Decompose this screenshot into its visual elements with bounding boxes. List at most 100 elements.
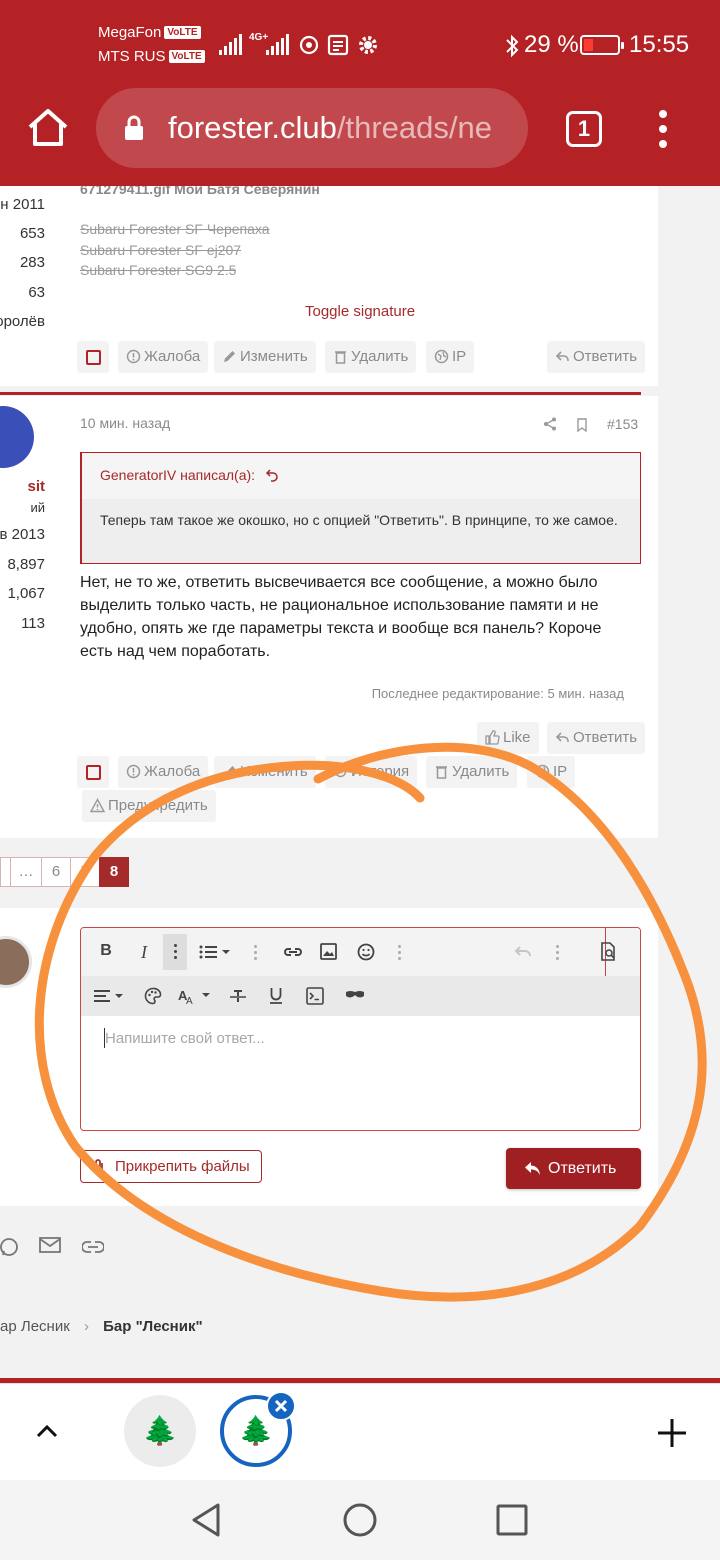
quote-text: Теперь там такое же окошко, но с опцией …	[100, 512, 618, 528]
reply-textarea-placeholder[interactable]: Напишите свой ответ...	[105, 1030, 265, 1047]
trash-icon	[436, 766, 447, 779]
more-text-options-icon[interactable]	[163, 934, 187, 970]
lock-icon	[125, 115, 143, 140]
paperclip-icon	[95, 1159, 103, 1175]
user-messages: 653	[19, 225, 45, 242]
pencil-icon	[224, 351, 235, 362]
signature-line[interactable]: Subaru Forester SF ej207	[80, 242, 241, 258]
like-button[interactable]: Like	[477, 722, 539, 754]
carrier-1: MegaFon VoLTE	[98, 24, 201, 41]
breadcrumb-item[interactable]: Бар "Лесник"	[103, 1318, 202, 1335]
battery-percent: 29 %	[524, 31, 579, 58]
warn-button[interactable]: Предупредить	[82, 790, 216, 822]
reply-editor: B I AA Напишите свой ответ...	[80, 927, 641, 1131]
align-icon[interactable]	[94, 989, 126, 1003]
battery-icon	[580, 35, 624, 55]
page-link[interactable]: 6	[41, 857, 71, 887]
edit-button[interactable]: Изменить	[214, 756, 316, 788]
history-icon	[334, 765, 347, 778]
preview-toggle[interactable]	[601, 928, 640, 976]
delete-button[interactable]: Удалить	[325, 341, 417, 373]
bookmark-icon[interactable]	[576, 418, 588, 432]
bold-icon[interactable]: B	[95, 942, 117, 960]
post-number[interactable]: #153	[607, 416, 638, 432]
breadcrumb-separator-icon: ›	[83, 1318, 89, 1335]
pencil-icon	[224, 766, 235, 777]
reply-icon	[555, 351, 569, 361]
volte-badge: VoLTE	[164, 26, 201, 39]
report-icon	[126, 764, 141, 779]
signal-icon	[219, 34, 242, 55]
code-icon[interactable]	[306, 987, 324, 1005]
home-circle-icon[interactable]	[342, 1502, 378, 1538]
news-icon	[327, 34, 349, 56]
notification-icon	[299, 35, 319, 55]
emoji-icon[interactable]	[357, 943, 375, 961]
whatsapp-icon[interactable]	[0, 1236, 20, 1258]
recents-icon[interactable]	[496, 1504, 528, 1536]
select-post-checkbox[interactable]	[77, 756, 109, 788]
thumbs-up-icon	[485, 730, 500, 745]
share-icon[interactable]	[543, 417, 557, 431]
editor-toolbar-row-2: AA	[81, 976, 640, 1016]
reply-post-button[interactable]: Ответить	[547, 341, 646, 373]
attach-files-button[interactable]: Прикрепить файлы	[80, 1150, 262, 1183]
undo-icon[interactable]	[514, 945, 532, 959]
report-button[interactable]: Жалоба	[118, 756, 209, 788]
underline-icon[interactable]	[269, 987, 283, 1005]
page-ellipsis[interactable]: …	[10, 857, 42, 887]
email-icon[interactable]	[39, 1236, 61, 1254]
last-edited-note[interactable]: Последнее редактирование: 5 мин. назад	[372, 686, 624, 701]
ip-button[interactable]: IP	[426, 341, 475, 373]
signature-image-alt: 671279411.gif Мой Батя Северянин	[80, 186, 320, 197]
plus-icon[interactable]	[656, 1417, 688, 1449]
user-points: 63	[28, 284, 45, 301]
status-bar: MegaFon VoLTE MTS RUS VoLTE 4G+ 29 % 15:55	[0, 0, 720, 88]
history-button[interactable]: История	[325, 756, 418, 788]
username[interactable]: sit	[27, 478, 45, 495]
bluetooth-icon	[506, 34, 519, 58]
toggle-signature-link[interactable]: Toggle signature	[305, 303, 415, 320]
page-link-current[interactable]: 8	[99, 857, 129, 887]
signature-line[interactable]: Subaru Forester SF Черепаха	[80, 221, 270, 237]
home-icon[interactable]	[26, 106, 70, 150]
tab-count-button[interactable]: 1	[566, 111, 602, 147]
strikethrough-icon[interactable]	[229, 988, 247, 1004]
back-icon[interactable]	[190, 1502, 222, 1538]
browser-top-bar: MegaFon VoLTE MTS RUS VoLTE 4G+ 29 % 15:55…	[0, 0, 720, 186]
editor-toolbar-row-1: B I	[81, 928, 640, 976]
italic-icon[interactable]: I	[133, 942, 155, 963]
ip-button[interactable]: IP	[527, 756, 576, 788]
settings-gear-icon	[359, 36, 377, 54]
globe-icon	[434, 349, 449, 364]
breadcrumb-item[interactable]: ар Лесник	[0, 1318, 70, 1335]
chevron-up-icon[interactable]	[36, 1423, 58, 1439]
edit-button[interactable]: Изменить	[214, 341, 316, 373]
signature-line[interactable]: Subaru Forester SG9 2.5	[80, 262, 236, 276]
delete-button[interactable]: Удалить	[426, 756, 518, 788]
close-tab-button[interactable]	[266, 1391, 296, 1421]
quote-header[interactable]: GeneratorIV написал(а):	[82, 453, 640, 499]
address-bar[interactable]: forester.club/threads/ne	[96, 88, 528, 168]
submit-reply-button[interactable]: Ответить	[506, 1148, 641, 1189]
globe-icon	[535, 764, 550, 779]
report-button[interactable]: Жалоба	[118, 341, 209, 373]
link-icon[interactable]	[82, 1241, 104, 1253]
overflow-menu-icon[interactable]	[658, 110, 668, 150]
breadcrumb: ар Лесник › Бар "Лесник"	[0, 1318, 203, 1335]
warning-icon	[90, 798, 105, 813]
signal-icon	[266, 34, 289, 55]
page-link[interactable]: 7	[70, 857, 100, 887]
color-palette-icon[interactable]	[144, 987, 162, 1005]
list-icon[interactable]	[199, 944, 233, 960]
reply-post-button[interactable]: Ответить	[547, 722, 646, 754]
font-size-icon[interactable]: AA	[178, 987, 212, 1005]
tab-thumbnail[interactable]: 🌲	[124, 1395, 196, 1467]
select-post-checkbox[interactable]	[77, 341, 109, 373]
url-text: forester.club/threads/ne	[168, 110, 492, 145]
post-divider	[0, 392, 641, 395]
spoiler-icon[interactable]	[345, 989, 365, 1001]
image-icon[interactable]	[320, 943, 337, 960]
link-icon[interactable]	[283, 944, 303, 960]
post-time[interactable]: 10 мин. назад	[80, 415, 170, 431]
